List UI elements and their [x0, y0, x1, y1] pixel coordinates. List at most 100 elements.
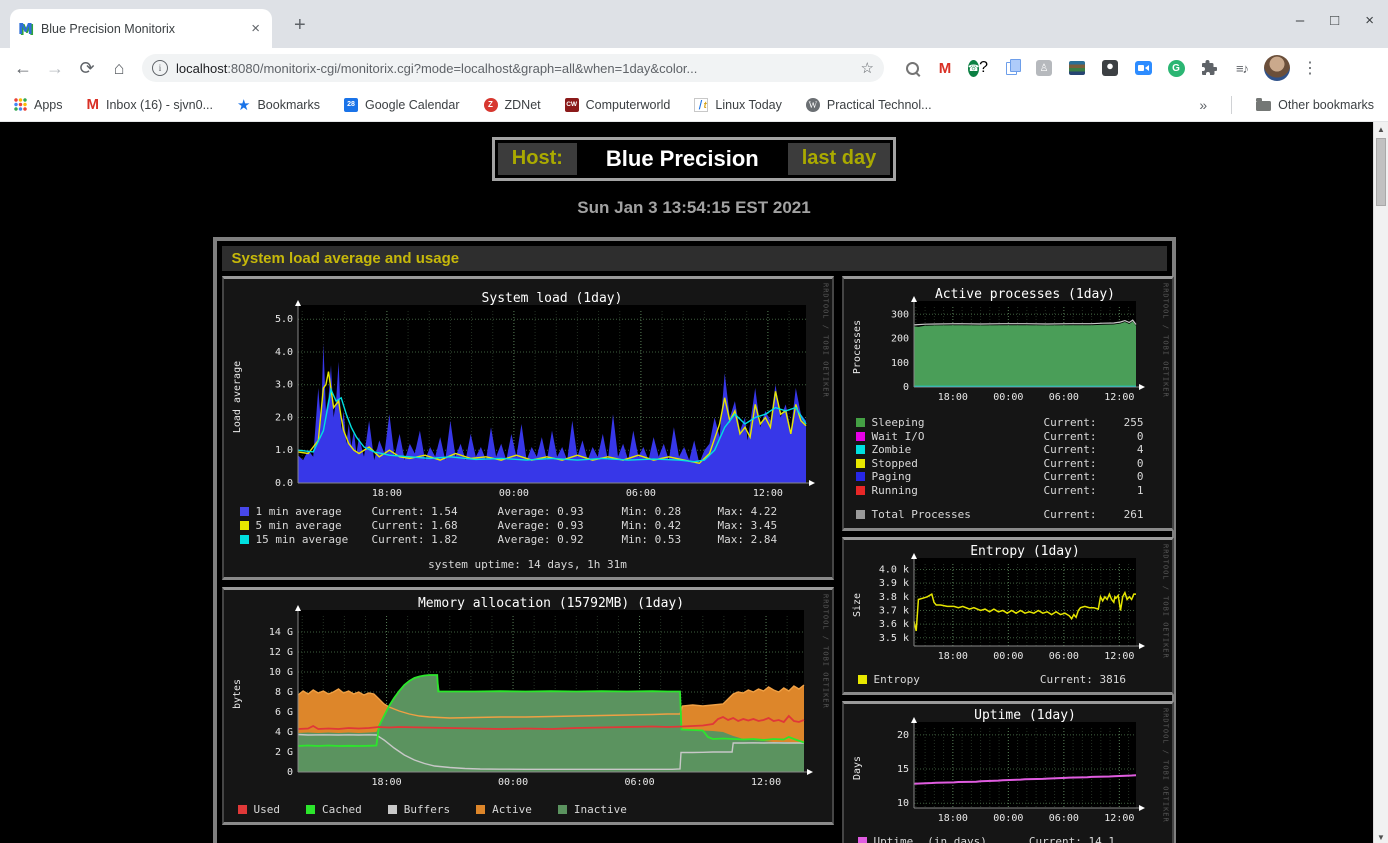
bookmark-apps[interactable]: Apps [14, 98, 63, 112]
memory-graph[interactable]: 02 G4 G6 G8 G10 G12 G14 G18:0000:0006:00… [228, 594, 828, 788]
entropy-legend-label: Entropy [874, 673, 920, 686]
bookmark-practical-technology[interactable]: WPractical Technol... [806, 98, 932, 112]
svg-text:15: 15 [896, 764, 908, 775]
svg-text:3.0: 3.0 [274, 380, 292, 391]
page-scrollbar[interactable]: ▲ ▼ [1373, 122, 1388, 843]
svg-text:14 G: 14 G [268, 627, 292, 638]
back-button[interactable]: ← [8, 53, 38, 83]
window-maximize-button[interactable]: □ [1330, 12, 1339, 29]
tab-close-icon[interactable]: × [247, 20, 264, 37]
legend-color-total [856, 510, 865, 519]
svg-text:12:00: 12:00 [750, 777, 780, 788]
reload-button[interactable]: ⟳ [72, 53, 102, 83]
svg-text:2.0: 2.0 [274, 412, 292, 423]
url-text[interactable]: localhost:8080/monitorix-cgi/monitorix.c… [176, 61, 855, 76]
legend-color-paging [856, 472, 865, 481]
bookmark-linux-today[interactable]: ❘tLinux Today [694, 98, 782, 112]
camera-extension-icon[interactable] [1133, 58, 1153, 78]
uptime-graph[interactable]: 10152018:0000:0006:0012:00Uptime (1day)D… [848, 708, 1168, 824]
book-stack-icon [1069, 61, 1085, 75]
scrollbar-thumb[interactable] [1376, 138, 1386, 206]
scrollbar-down-arrow[interactable]: ▼ [1374, 830, 1388, 843]
magnifier-icon [906, 62, 919, 75]
phone-icon: ☎ [968, 60, 979, 77]
bookmark-bookmarks[interactable]: ★Bookmarks [237, 96, 320, 114]
uptime-current: Current: 14.1 [1029, 835, 1115, 843]
legend-row-total: Total ProcessesCurrent:261 [848, 508, 1168, 522]
address-bar[interactable]: i localhost:8080/monitorix-cgi/monitorix… [142, 54, 884, 82]
bookmark-inbox[interactable]: MInbox (16) - sjvn0... [87, 96, 214, 113]
svg-text:0: 0 [902, 382, 908, 393]
host-name: Blue Precision [580, 143, 785, 175]
home-button[interactable]: ⌂ [104, 53, 134, 83]
svg-text:Days: Days [852, 755, 863, 779]
svg-text:4.0: 4.0 [274, 347, 292, 358]
system-uptime-note: system uptime: 14 days, 1h 31m [228, 558, 828, 571]
browser-tab[interactable]: M Blue Precision Monitorix × [10, 9, 272, 48]
other-bookmarks[interactable]: Other bookmarks [1256, 98, 1374, 112]
window-minimize-button[interactable]: – [1296, 12, 1304, 29]
bookmark-label: Bookmarks [257, 98, 320, 112]
svg-text:06:00: 06:00 [1048, 392, 1078, 403]
svg-text:300: 300 [890, 309, 908, 320]
bookmarks-bar: Apps MInbox (16) - sjvn0... ★Bookmarks 2… [0, 88, 1388, 122]
svg-text:3.6 k: 3.6 k [878, 619, 908, 630]
search-extension-icon[interactable] [902, 58, 922, 78]
bookmark-zdnet[interactable]: ZZDNet [484, 98, 541, 112]
gray-app-extension-icon[interactable]: ♙ [1034, 58, 1054, 78]
svg-text:Size: Size [852, 592, 863, 616]
svg-text:18:00: 18:00 [937, 813, 967, 824]
svg-text:12:00: 12:00 [1104, 651, 1134, 662]
bookmark-label: Other bookmarks [1278, 98, 1374, 112]
legend-row: RunningCurrent:1 [848, 484, 1168, 498]
system-section: System load average and usage 0.01.02.03… [213, 237, 1176, 843]
browser-menu-icon[interactable]: ⋮ [1302, 58, 1318, 78]
lamp-extension-icon[interactable] [1100, 58, 1120, 78]
window-close-button[interactable]: × [1365, 12, 1374, 29]
processes-panel: 010020030018:0000:0006:0012:00Active pro… [842, 276, 1174, 531]
rrdtool-credit: RRDTOOL / TOBI OETIKER [1162, 544, 1170, 659]
copy-pages-extension-icon[interactable] [1001, 58, 1021, 78]
legend-item: Inactive [558, 803, 627, 816]
voice-badge: ? [979, 59, 988, 77]
svg-text:1.0: 1.0 [274, 445, 292, 456]
url-path: :8080/monitorix-cgi/monitorix.cgi?mode=l… [227, 61, 697, 76]
system-load-graph[interactable]: 0.01.02.03.04.05.018:0000:0006:0012:00Sy… [228, 283, 828, 499]
legend-row: 15 min averageCurrent: 1.82Average: 0.92… [228, 532, 828, 546]
profile-avatar[interactable] [1264, 55, 1290, 81]
voice-extension-icon[interactable]: ☎? [968, 58, 988, 78]
bookmark-computerworld[interactable]: CWComputerworld [565, 98, 671, 112]
new-tab-button[interactable]: + [294, 14, 306, 37]
legend-row: SleepingCurrent:255 [848, 416, 1168, 430]
svg-text:System load (1day): System load (1day) [481, 291, 622, 306]
apps-grid-icon [14, 98, 27, 111]
bookmark-star-icon[interactable]: ☆ [861, 59, 874, 77]
tab-title: Blue Precision Monitorix [41, 22, 247, 36]
folder-icon [1256, 101, 1271, 111]
monitorix-favicon: M [18, 20, 33, 38]
host-header: Host: Blue Precision last day [213, 137, 1176, 181]
svg-text:3.8 k: 3.8 k [878, 591, 908, 602]
playlist-extension-icon[interactable]: ≡♪ [1232, 58, 1252, 78]
site-info-icon[interactable]: i [152, 60, 168, 76]
processes-graph[interactable]: 010020030018:0000:0006:0012:00Active pro… [848, 283, 1168, 405]
legend-color-zombie [856, 445, 865, 454]
books-extension-icon[interactable] [1067, 58, 1087, 78]
legend-item: Active [476, 803, 532, 816]
forward-button[interactable]: → [40, 53, 70, 83]
bookmarks-overflow-chevron[interactable]: » [1199, 97, 1207, 113]
grammarly-extension-icon[interactable]: G [1166, 58, 1186, 78]
svg-text:10 G: 10 G [268, 667, 292, 678]
legend-item: Cached [306, 803, 362, 816]
legend-color-1min [240, 507, 249, 516]
scrollbar-up-arrow[interactable]: ▲ [1374, 122, 1388, 136]
bookmark-google-calendar[interactable]: 28Google Calendar [344, 98, 460, 112]
svg-text:5.0: 5.0 [274, 314, 292, 325]
gmail-extension-icon[interactable]: M [935, 58, 955, 78]
svg-text:18:00: 18:00 [937, 392, 967, 403]
svg-text:Active processes (1day): Active processes (1day) [934, 287, 1114, 302]
entropy-graph[interactable]: 3.5 k3.6 k3.7 k3.8 k3.9 k4.0 k18:0000:00… [848, 544, 1168, 662]
extensions-menu-button[interactable] [1199, 58, 1219, 78]
legend-color-stopped [856, 459, 865, 468]
rrdtool-credit: RRDTOOL / TOBI OETIKER [1162, 283, 1170, 398]
